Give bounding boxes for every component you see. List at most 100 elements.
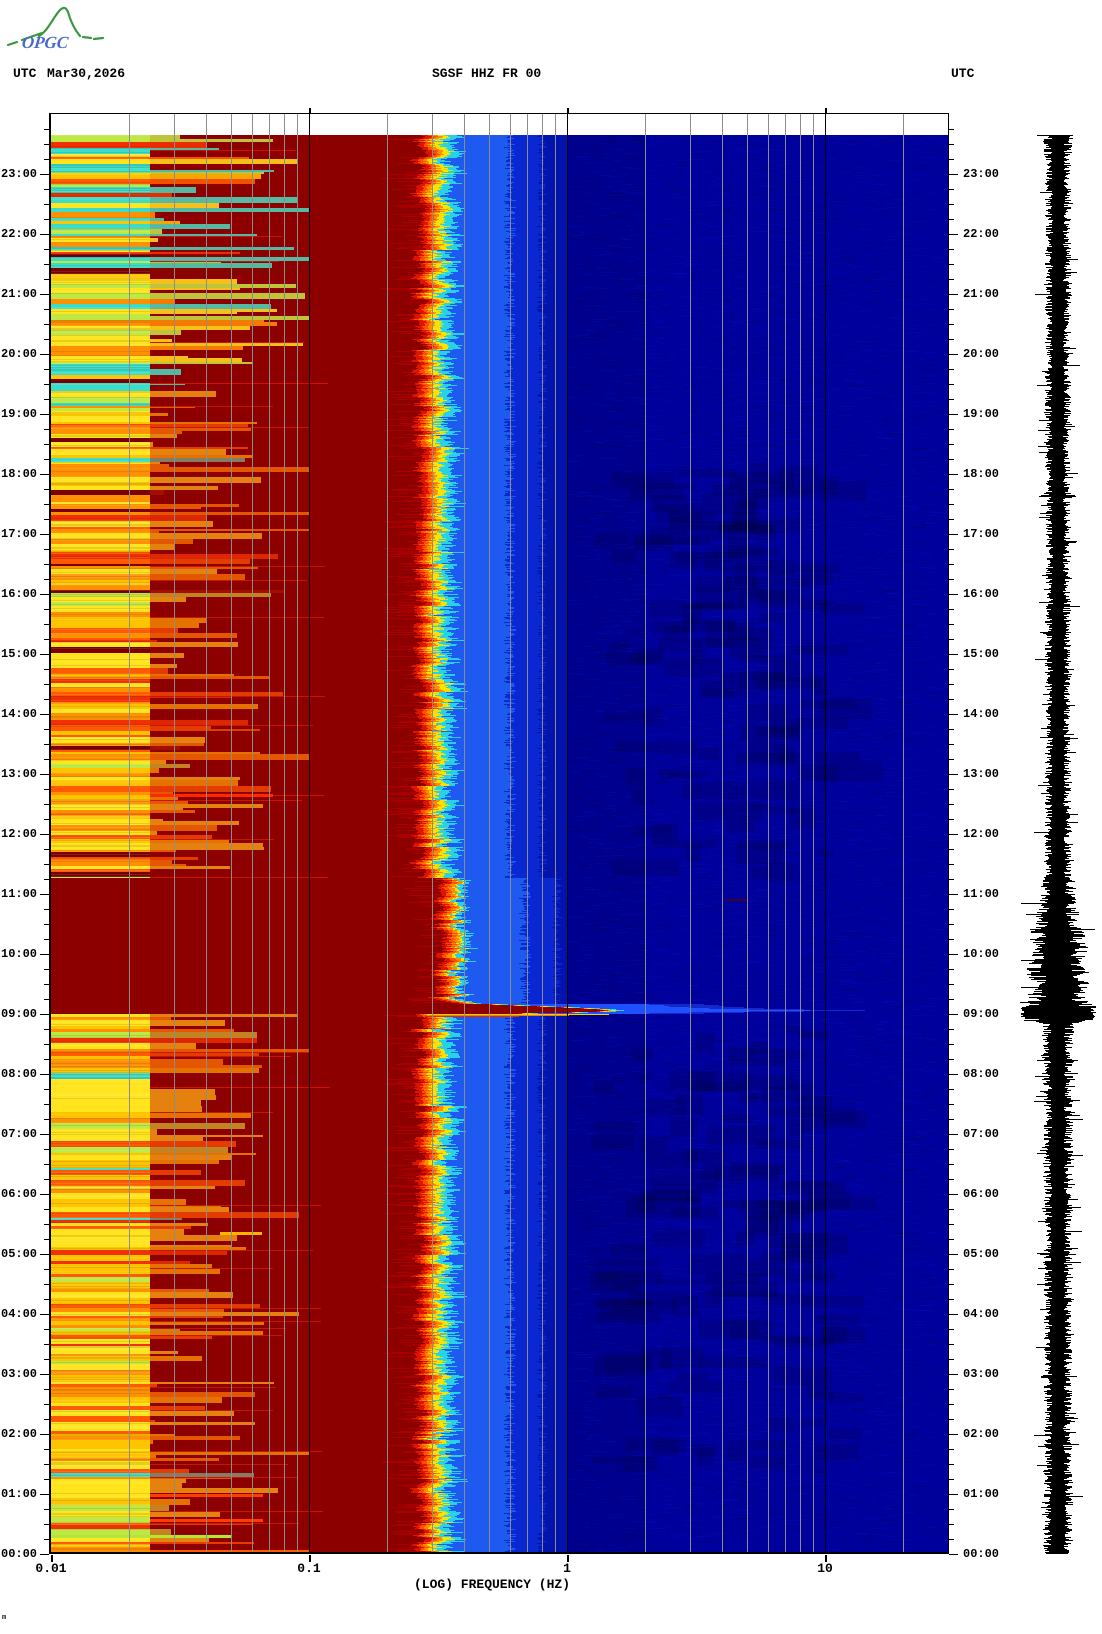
y-major-tick-right — [949, 234, 958, 235]
time-label-right: 17:00 — [963, 527, 999, 541]
y-major-tick-right — [949, 1194, 958, 1195]
time-label-left: 19:00 — [1, 407, 37, 421]
y-major-tick-left — [40, 714, 49, 715]
time-label-right: 09:00 — [963, 1007, 999, 1021]
y-minor-tick-left — [44, 144, 49, 145]
y-minor-tick-right — [949, 1329, 954, 1330]
x-decade-tick-top — [825, 108, 827, 113]
y-minor-tick-right — [949, 969, 954, 970]
y-minor-tick-right — [949, 309, 954, 310]
y-minor-tick-right — [949, 1359, 954, 1360]
y-major-tick-left — [40, 1434, 49, 1435]
header-utc-left: UTC — [13, 66, 36, 81]
y-minor-tick-left — [44, 1404, 49, 1405]
y-minor-tick-right — [949, 1539, 954, 1540]
time-label-right: 22:00 — [963, 227, 999, 241]
y-major-tick-left — [40, 1254, 49, 1255]
y-minor-tick-left — [44, 1509, 49, 1510]
y-major-tick-left — [40, 1494, 49, 1495]
x-tick-label: 10 — [785, 1561, 865, 1576]
y-minor-tick-right — [949, 189, 954, 190]
y-minor-tick-left — [44, 864, 49, 865]
x-tick-label: 0.1 — [269, 1561, 349, 1576]
y-minor-tick-right — [949, 669, 954, 670]
time-label-right: 13:00 — [963, 767, 999, 781]
time-label-left: 10:00 — [1, 947, 37, 961]
y-minor-tick-right — [949, 1269, 954, 1270]
y-minor-tick-right — [949, 1524, 954, 1525]
logo-text: OPGC — [21, 33, 70, 52]
y-major-tick-left — [40, 774, 49, 775]
y-major-tick-left — [40, 1134, 49, 1135]
y-minor-tick-left — [44, 1059, 49, 1060]
y-minor-tick-right — [949, 1464, 954, 1465]
header-station: SGSF HHZ FR 00 — [432, 66, 541, 81]
x-decade-tick-top — [309, 108, 311, 113]
y-major-tick-left — [40, 474, 49, 475]
y-major-tick-left — [40, 1074, 49, 1075]
time-label-right: 19:00 — [963, 407, 999, 421]
y-minor-tick-left — [44, 549, 49, 550]
time-label-left: 07:00 — [1, 1127, 37, 1141]
y-minor-tick-left — [44, 249, 49, 250]
y-minor-tick-left — [44, 849, 49, 850]
y-minor-tick-right — [949, 1179, 954, 1180]
page: OPGC UTC Mar30,2026 SGSF HHZ FR 00 UTC 0… — [0, 0, 1102, 1634]
time-label-left: 09:00 — [1, 1007, 37, 1021]
y-minor-tick-left — [44, 264, 49, 265]
y-minor-tick-right — [949, 489, 954, 490]
y-minor-tick-left — [44, 1449, 49, 1450]
header-date: Mar30,2026 — [47, 66, 125, 81]
y-major-tick-right — [949, 1134, 958, 1135]
y-minor-tick-right — [949, 339, 954, 340]
y-minor-tick-left — [44, 939, 49, 940]
y-major-tick-left — [40, 174, 49, 175]
time-label-right: 20:00 — [963, 347, 999, 361]
y-minor-tick-left — [44, 519, 49, 520]
y-minor-tick-right — [949, 864, 954, 865]
y-minor-tick-left — [44, 1164, 49, 1165]
y-minor-tick-right — [949, 1419, 954, 1420]
y-major-tick-right — [949, 1254, 958, 1255]
y-major-tick-left — [40, 294, 49, 295]
y-minor-tick-left — [44, 1104, 49, 1105]
y-minor-tick-right — [949, 1119, 954, 1120]
time-label-left: 17:00 — [1, 527, 37, 541]
y-minor-tick-right — [949, 129, 954, 130]
y-major-tick-left — [40, 834, 49, 835]
x-axis-title: (LOG) FREQUENCY (HZ) — [414, 1577, 570, 1592]
y-minor-tick-right — [949, 939, 954, 940]
y-major-tick-right — [949, 1014, 958, 1015]
y-minor-tick-left — [44, 1044, 49, 1045]
time-label-left: 08:00 — [1, 1067, 37, 1081]
y-minor-tick-left — [44, 159, 49, 160]
y-minor-tick-left — [44, 639, 49, 640]
header-utc-right: UTC — [951, 66, 974, 81]
y-minor-tick-right — [949, 564, 954, 565]
y-minor-tick-left — [44, 1284, 49, 1285]
y-minor-tick-left — [44, 204, 49, 205]
y-minor-tick-right — [949, 804, 954, 805]
opgc-logo: OPGC — [6, 4, 126, 62]
time-label-right: 00:00 — [963, 1547, 999, 1561]
y-minor-tick-left — [44, 1269, 49, 1270]
y-minor-tick-left — [44, 309, 49, 310]
y-minor-tick-right — [949, 324, 954, 325]
y-minor-tick-left — [44, 879, 49, 880]
y-major-tick-right — [949, 654, 958, 655]
time-label-left: 22:00 — [1, 227, 37, 241]
y-minor-tick-left — [44, 924, 49, 925]
y-major-tick-left — [40, 954, 49, 955]
y-minor-tick-left — [44, 1539, 49, 1540]
y-minor-tick-right — [949, 1029, 954, 1030]
y-minor-tick-left — [44, 369, 49, 370]
time-label-right: 15:00 — [963, 647, 999, 661]
y-minor-tick-right — [949, 264, 954, 265]
time-label-left: 05:00 — [1, 1247, 37, 1261]
y-minor-tick-left — [44, 744, 49, 745]
y-minor-tick-right — [949, 429, 954, 430]
y-minor-tick-left — [44, 189, 49, 190]
time-label-left: 04:00 — [1, 1307, 37, 1321]
y-minor-tick-right — [949, 519, 954, 520]
time-label-left: 23:00 — [1, 167, 37, 181]
